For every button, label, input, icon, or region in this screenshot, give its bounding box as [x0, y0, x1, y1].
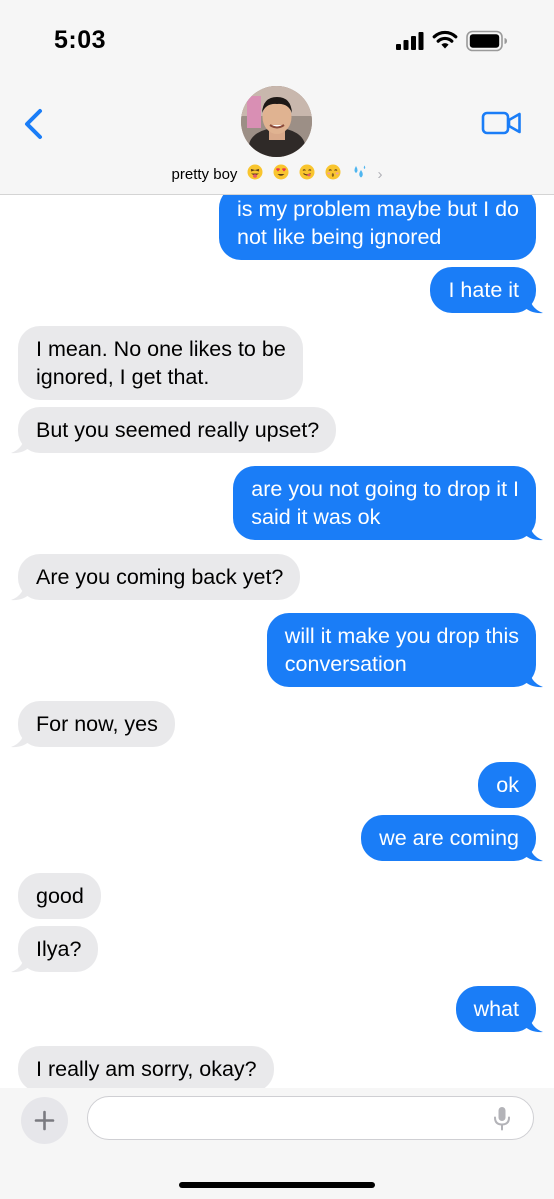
contact-name: pretty boy	[171, 166, 238, 183]
wifi-icon	[432, 30, 458, 49]
message-text-line: Are you coming back yet?	[36, 565, 284, 589]
plus-icon	[34, 1110, 55, 1131]
avatar[interactable]	[241, 86, 312, 157]
received-message-bubble[interactable]: Ilya?	[11, 926, 99, 973]
message-text-line: ok	[496, 773, 519, 797]
message-text-line: are you not going to drop it I	[251, 477, 519, 501]
message-text-line: what	[473, 997, 519, 1021]
status-bar: 5:03	[0, 0, 554, 78]
yum-emoji-icon	[298, 164, 316, 180]
back-chevron-icon[interactable]	[18, 106, 50, 142]
received-message-bubble[interactable]: I mean. No one likes to be ignored, I ge…	[18, 326, 303, 400]
sent-message-bubble[interactable]: I hate it	[430, 267, 543, 314]
battery-icon	[466, 30, 507, 52]
kissing-emoji-icon	[324, 164, 342, 180]
message-text-line: good	[36, 884, 84, 908]
received-message-bubble[interactable]: For now, yes	[11, 701, 175, 748]
received-message-bubble[interactable]: good	[18, 873, 101, 919]
plus-button[interactable]	[21, 1097, 68, 1144]
message-text-line: will it make you drop this	[284, 624, 519, 648]
received-message-bubble[interactable]: Are you coming back yet?	[11, 554, 301, 601]
chevron-right-icon: ›	[377, 166, 383, 183]
sweat-droplets-emoji-icon	[350, 164, 368, 178]
conversation-header: pretty boy ›	[0, 78, 554, 195]
heart-eyes-emoji-icon	[272, 164, 290, 180]
cellular-signal-icon	[396, 32, 424, 50]
sent-message-bubble[interactable]: will it make you drop this conversation	[266, 613, 543, 688]
message-text-line: is my problem maybe but I do	[236, 197, 519, 221]
message-text-line: I hate it	[448, 278, 519, 302]
message-text-line: not like being ignored	[236, 225, 442, 249]
message-text-line: But you seemed really upset?	[36, 418, 320, 442]
sent-message-bubble[interactable]: what	[455, 986, 543, 1033]
status-time: 5:03	[54, 26, 107, 54]
facetime-video-icon[interactable]	[481, 108, 523, 138]
sent-message-bubble[interactable]: ok	[478, 762, 536, 808]
message-text-line: I mean. No one likes to be	[36, 337, 286, 361]
message-text-line: For now, yes	[36, 712, 158, 736]
message-input[interactable]	[104, 1097, 484, 1139]
message-text-line: conversation	[284, 652, 407, 676]
message-text-line: ignored, I get that.	[36, 365, 210, 389]
winking-tongue-emoji-icon	[246, 164, 264, 180]
sent-message-bubble[interactable]: are you not going to drop it I said it w…	[233, 466, 543, 541]
message-text-line: said it was ok	[251, 505, 381, 529]
compose-bar	[0, 1088, 554, 1199]
received-message-bubble[interactable]: But you seemed really upset?	[11, 407, 337, 454]
sent-message-bubble[interactable]: we are coming	[361, 815, 543, 862]
contact-name-row[interactable]: pretty boy ›	[0, 164, 554, 183]
message-input-field[interactable]	[87, 1096, 534, 1140]
microphone-icon[interactable]	[493, 1106, 511, 1131]
message-thread[interactable]: is my problem maybe but I do not like be…	[0, 195, 554, 1088]
sent-message-bubble[interactable]: is my problem maybe but I do not like be…	[218, 195, 536, 260]
message-text-line: Ilya?	[36, 937, 82, 961]
home-indicator[interactable]	[179, 1182, 375, 1188]
message-text-line: I really am sorry, okay?	[36, 1057, 257, 1081]
message-text-line: we are coming	[379, 826, 519, 850]
received-message-bubble[interactable]: I really am sorry, okay?	[18, 1046, 274, 1088]
